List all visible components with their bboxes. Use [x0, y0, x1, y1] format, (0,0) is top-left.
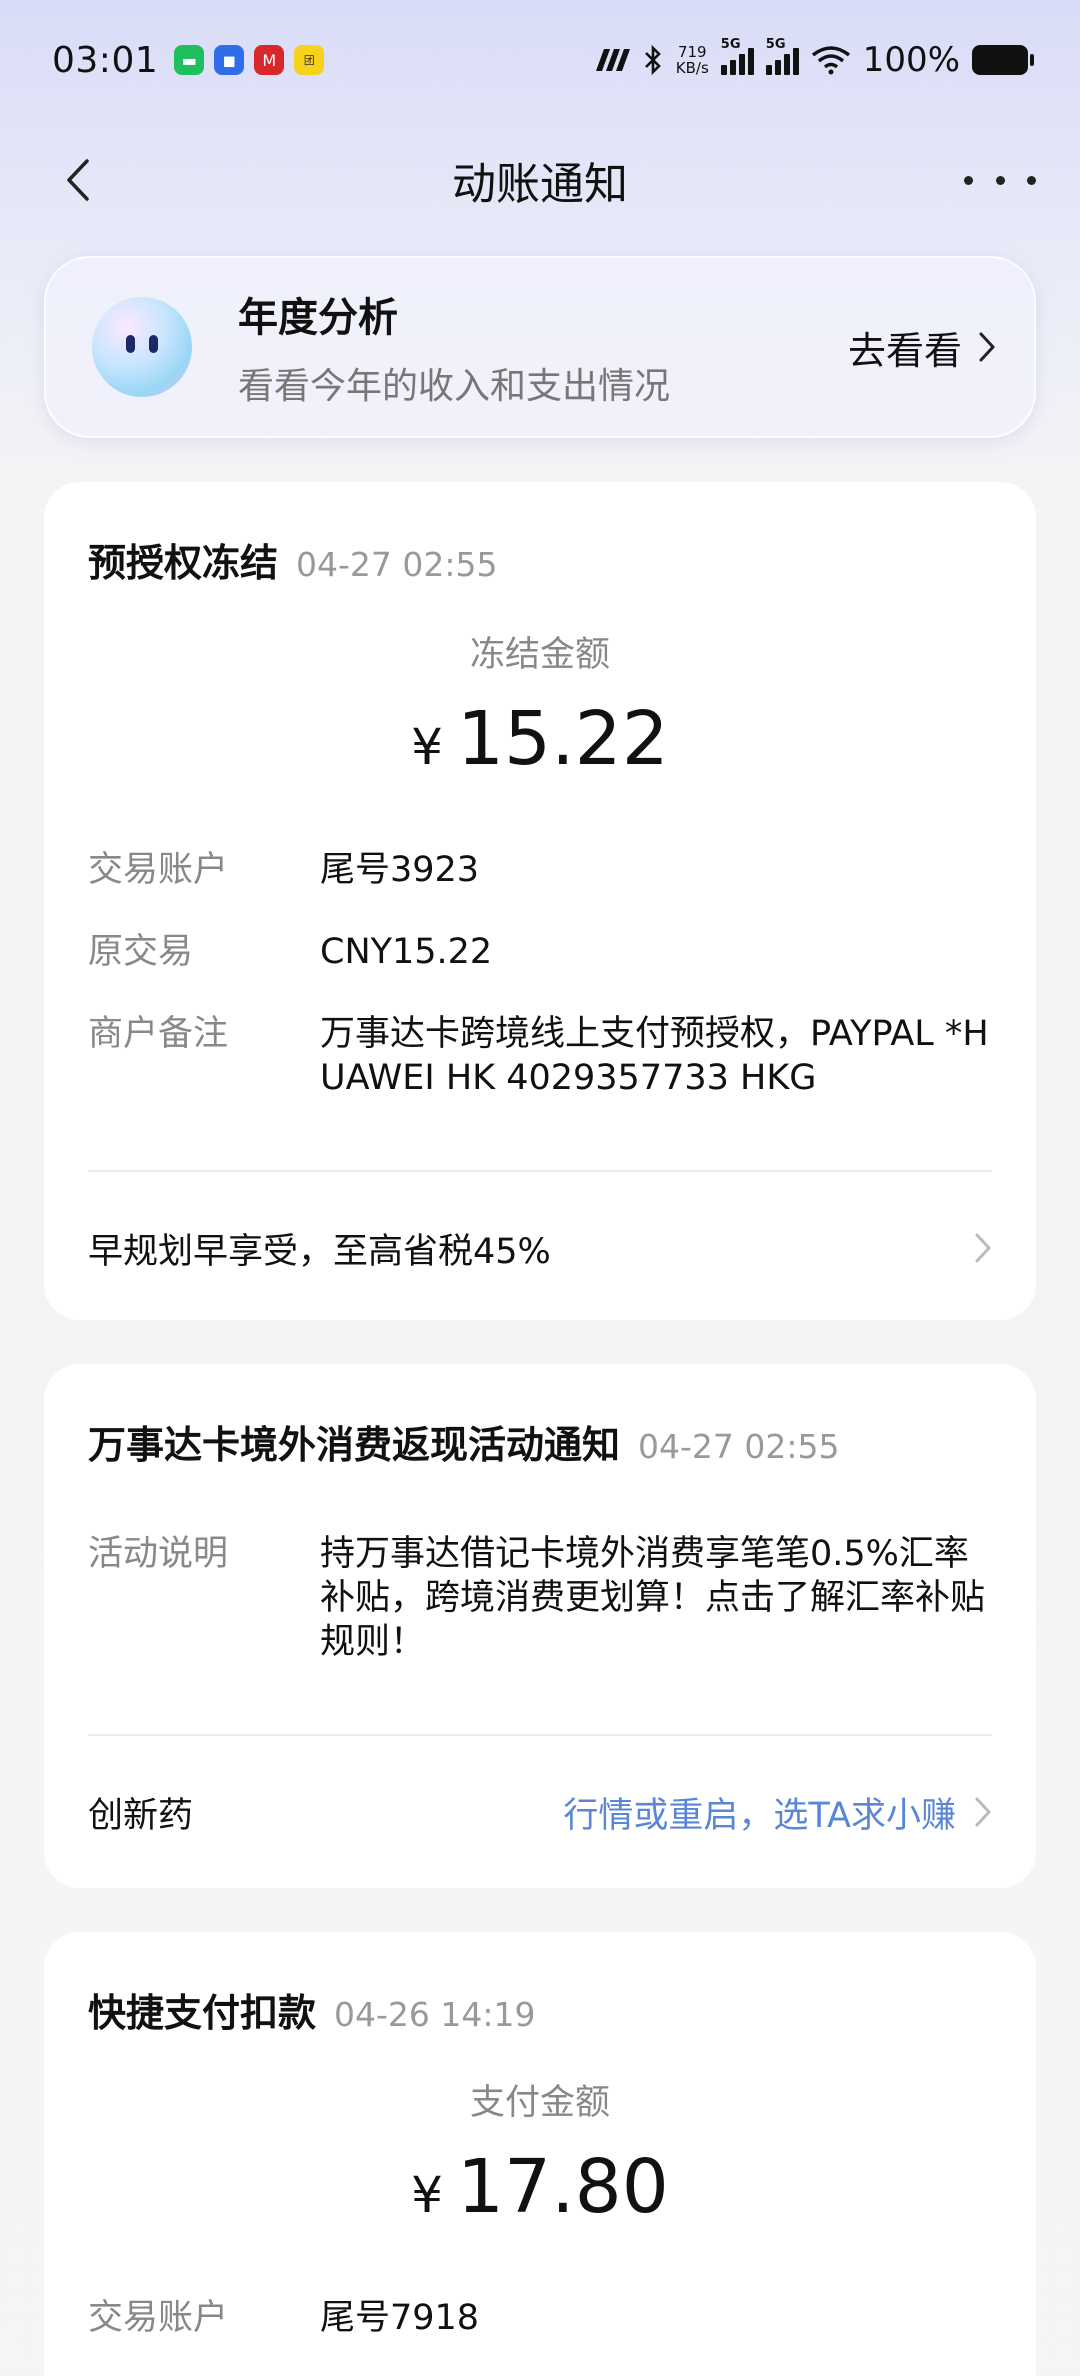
bank-app-icon: M: [254, 45, 285, 75]
detail-value: 万事达卡跨境线上支付预授权，PAYPAL *HUAWEI HK 40293577…: [320, 1014, 989, 1098]
amount-value: ¥ 17.80: [44, 2144, 1036, 2230]
detail-value: 持万事达借记卡境外消费享笔笔0.5%汇率补贴，跨境消费更划算！点击了解汇率补贴规…: [320, 1534, 986, 1662]
currency-symbol: ¥: [411, 2166, 443, 2224]
chevron-right-icon: [979, 332, 995, 362]
signal-2-icon: 5G: [765, 37, 799, 75]
card-title: 预授权冻结: [88, 541, 279, 585]
detail-value: CNY15.22: [320, 932, 493, 972]
banner-title: 年度分析: [238, 295, 398, 341]
nav-bar: 动账通知: [0, 120, 1080, 240]
more-dot-icon: [1027, 175, 1036, 185]
network-speed: 719 KB/s: [675, 43, 709, 77]
promo-row[interactable]: 创新药 行情或重启，选TA求小赚: [88, 1772, 992, 1852]
back-button[interactable]: [48, 150, 108, 210]
banner-subtitle: 看看今年的收入和支出情况: [238, 366, 671, 407]
page-title: 动账通知: [452, 159, 628, 210]
hd-call-icon: [595, 49, 630, 71]
battery-icon: [972, 45, 1034, 75]
more-button[interactable]: [964, 150, 1036, 210]
message-app-icon: ◼: [214, 45, 245, 75]
card-time: 04-26 14:19: [334, 1995, 536, 2034]
signal-1-icon: 5G: [720, 37, 754, 75]
amount-value: ¥ 15.22: [44, 696, 1036, 782]
notification-card-preauth[interactable]: 预授权冻结 04-27 02:55 冻结金额 ¥ 15.22 交易账户 尾号39…: [44, 482, 1036, 1320]
divider: [88, 1734, 992, 1736]
bluetooth-icon: [644, 44, 661, 76]
mascot-icon: [92, 297, 192, 397]
detail-row: 活动说明 持万事达借记卡境外消费享笔笔0.5%汇率补贴，跨境消费更划算！点击了解…: [88, 1532, 992, 1664]
card-title: 快捷支付扣款: [88, 1991, 317, 2035]
detail-key: 交易账户: [88, 2298, 229, 2338]
detail-row: 商户备注 万事达卡跨境线上支付预授权，PAYPAL *HUAWEI HK 402…: [88, 1012, 992, 1100]
status-bar: 03:01 ▬ ◼ M 团 719 KB/s 5G 5G 100%: [0, 0, 1080, 120]
amount-label: 冻结金额: [469, 635, 610, 675]
chevron-left-icon: [67, 159, 89, 201]
card-time: 04-27 02:55: [638, 1427, 840, 1466]
detail-row: 交易账户 尾号3923: [88, 848, 992, 892]
detail-key: 交易账户: [88, 850, 229, 890]
detail-row: 原交易 CNY15.22: [88, 930, 992, 974]
currency-symbol: ¥: [411, 718, 443, 776]
detail-key: 商户备注: [88, 1014, 229, 1054]
card-title: 万事达卡境外消费返现活动通知: [88, 1423, 621, 1467]
notification-card-quickpay[interactable]: 快捷支付扣款 04-26 14:19 支付金额 ¥ 17.80 交易账户 尾号7…: [44, 1932, 1036, 2376]
chevron-right-icon: [975, 1233, 991, 1263]
amount-label: 支付金额: [469, 2083, 610, 2123]
promo-link[interactable]: 行情或重启，选TA求小赚: [563, 1787, 956, 1838]
detail-key: 活动说明: [88, 1534, 229, 1574]
promo-text: 早规划早享受，至高省税45%: [88, 1231, 551, 1272]
more-dot-icon: [964, 175, 973, 185]
shopping-app-icon: 团: [294, 45, 325, 75]
banner-link-label: 去看看: [847, 328, 962, 373]
wifi-icon: [811, 46, 850, 75]
detail-key: 原交易: [88, 932, 194, 972]
detail-row: 交易账户 尾号7918: [88, 2296, 992, 2340]
divider: [88, 1170, 992, 1172]
status-time: 03:01: [52, 39, 159, 81]
card-time: 04-27 02:55: [296, 545, 498, 584]
promo-category: 创新药: [88, 1795, 194, 1836]
more-dot-icon: [995, 175, 1005, 185]
detail-value: 尾号7918: [320, 2298, 480, 2338]
notification-icons: ▬ ◼ M 团: [174, 45, 325, 75]
battery-percent: 100%: [862, 40, 960, 80]
notification-card-cashback[interactable]: 万事达卡境外消费返现活动通知 04-27 02:55 活动说明 持万事达借记卡境…: [44, 1364, 1036, 1888]
banner-link[interactable]: 去看看: [848, 320, 996, 375]
annual-analysis-banner[interactable]: 年度分析 看看今年的收入和支出情况 去看看: [44, 256, 1036, 438]
amount-number: 15.22: [456, 696, 669, 782]
chevron-right-icon: [975, 1797, 991, 1827]
promo-row[interactable]: 早规划早享受，至高省税45%: [88, 1208, 992, 1288]
amount-number: 17.80: [456, 2144, 669, 2230]
chat-app-icon: ▬: [174, 45, 205, 75]
detail-value: 尾号3923: [320, 850, 480, 890]
